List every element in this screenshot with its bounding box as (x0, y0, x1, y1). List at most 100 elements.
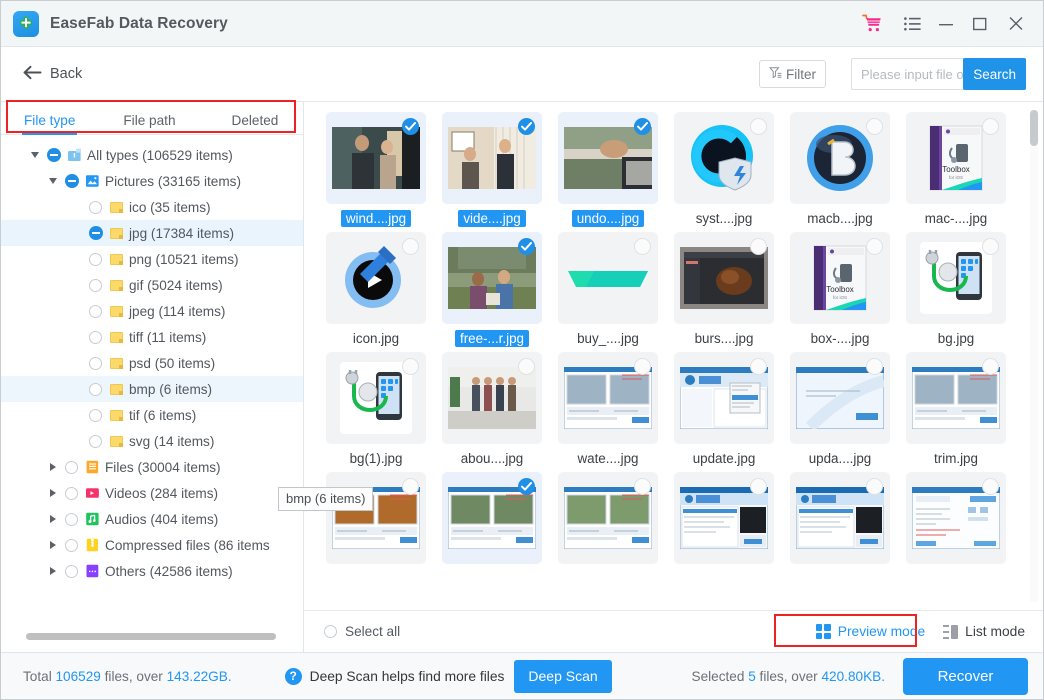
tree-checkbox[interactable] (85, 434, 106, 448)
tree-item[interactable]: ico (35 items) (1, 194, 303, 220)
tree-item[interactable]: gif (5024 items) (1, 272, 303, 298)
file-item[interactable]: syst....jpg (666, 112, 782, 228)
search-button[interactable]: Search (963, 58, 1026, 90)
file-thumbnail[interactable] (790, 472, 890, 564)
file-item[interactable]: wind....jpg (318, 112, 434, 228)
question-mark-icon[interactable]: ? (284, 667, 302, 685)
tree-item[interactable]: svg (14 items) (1, 428, 303, 454)
list-mode-button[interactable]: List mode (943, 624, 1025, 639)
file-select-checkbox[interactable] (402, 238, 419, 255)
file-type-tree[interactable]: All types (106529 items) Pictures (33165 … (1, 135, 303, 652)
file-thumbnail[interactable] (674, 112, 774, 204)
file-thumbnail[interactable] (326, 472, 426, 564)
file-item[interactable]: upda....jpg (782, 352, 898, 468)
tree-checkbox[interactable] (85, 304, 106, 318)
file-select-checkbox[interactable] (518, 118, 535, 135)
filter-button[interactable]: Filter (759, 60, 826, 88)
file-item[interactable] (666, 472, 782, 569)
tree-checkbox[interactable] (61, 512, 82, 526)
file-thumbnail[interactable] (558, 112, 658, 204)
file-select-checkbox[interactable] (750, 118, 767, 135)
tree-item[interactable]: Videos (284 items) (1, 480, 303, 506)
file-item[interactable]: update.jpg (666, 352, 782, 468)
file-select-checkbox[interactable] (750, 358, 767, 375)
tree-checkbox[interactable] (61, 564, 82, 578)
file-select-checkbox[interactable] (402, 478, 419, 495)
tree-item[interactable]: jpeg (114 items) (1, 298, 303, 324)
tab-file-path[interactable]: File path (123, 113, 175, 134)
file-select-checkbox[interactable] (634, 238, 651, 255)
file-thumbnail[interactable] (442, 112, 542, 204)
file-select-checkbox[interactable] (982, 118, 999, 135)
file-thumbnail[interactable] (674, 472, 774, 564)
chevron-right-icon[interactable] (45, 515, 61, 523)
file-item[interactable]: Toolbox for iOS box-....jpg (782, 232, 898, 348)
tree-checkbox[interactable] (85, 356, 106, 370)
deep-scan-button[interactable]: Deep Scan (514, 659, 612, 693)
chevron-down-icon[interactable] (27, 152, 43, 158)
tree-item[interactable]: tif (6 items) (1, 402, 303, 428)
file-thumbnail[interactable] (326, 232, 426, 324)
tree-item[interactable]: tiff (11 items) (1, 324, 303, 350)
file-item[interactable]: abou....jpg (434, 352, 550, 468)
chevron-right-icon[interactable] (45, 567, 61, 575)
tree-checkbox[interactable] (85, 382, 106, 396)
file-thumbnail[interactable]: Toolbox for iOS (790, 232, 890, 324)
file-item[interactable]: trim.jpg (898, 352, 1014, 468)
chevron-right-icon[interactable] (45, 541, 61, 549)
file-item[interactable]: burs....jpg (666, 232, 782, 348)
file-item[interactable] (550, 472, 666, 569)
file-thumbnail[interactable] (442, 472, 542, 564)
tree-item[interactable]: Pictures (33165 items) (1, 168, 303, 194)
file-select-checkbox[interactable] (518, 238, 535, 255)
minimize-icon[interactable] (929, 7, 963, 41)
file-thumbnail[interactable]: Toolbox for iOS (906, 112, 1006, 204)
tree-item[interactable]: psd (50 items) (1, 350, 303, 376)
tree-item[interactable]: bmp (6 items) (1, 376, 303, 402)
sidebar-horizontal-scrollbar[interactable] (26, 633, 276, 640)
chevron-right-icon[interactable] (45, 463, 61, 471)
tree-item[interactable]: Audios (404 items) (1, 506, 303, 532)
tree-checkbox[interactable] (61, 538, 82, 552)
cart-icon[interactable] (855, 7, 889, 41)
file-select-checkbox[interactable] (982, 238, 999, 255)
file-thumbnail[interactable] (558, 232, 658, 324)
tree-item[interactable]: jpg (17384 items) (1, 220, 303, 246)
file-thumbnail[interactable] (790, 352, 890, 444)
file-thumbnail[interactable] (674, 232, 774, 324)
file-item[interactable]: undo....jpg (550, 112, 666, 228)
tree-item[interactable]: Others (42586 items) (1, 558, 303, 584)
file-select-checkbox[interactable] (634, 358, 651, 375)
tree-checkbox[interactable] (61, 486, 82, 500)
file-select-checkbox[interactable] (402, 358, 419, 375)
file-select-checkbox[interactable] (982, 478, 999, 495)
file-select-checkbox[interactable] (634, 118, 651, 135)
file-select-checkbox[interactable] (634, 478, 651, 495)
file-select-checkbox[interactable] (518, 478, 535, 495)
maximize-icon[interactable] (963, 7, 997, 41)
file-thumbnail[interactable] (906, 232, 1006, 324)
file-select-checkbox[interactable] (866, 118, 883, 135)
file-item[interactable] (434, 472, 550, 569)
close-icon[interactable] (999, 7, 1033, 41)
file-item[interactable]: Toolbox for iOS mac-....jpg (898, 112, 1014, 228)
file-select-checkbox[interactable] (866, 238, 883, 255)
file-item[interactable]: buy_....jpg (550, 232, 666, 348)
file-select-checkbox[interactable] (750, 238, 767, 255)
tab-deleted[interactable]: Deleted (232, 113, 279, 134)
tree-checkbox[interactable] (85, 200, 106, 214)
select-all-checkbox[interactable]: Select all (324, 624, 400, 639)
file-thumbnail[interactable] (906, 472, 1006, 564)
tree-checkbox[interactable] (85, 252, 106, 266)
file-thumbnail[interactable] (442, 232, 542, 324)
back-button[interactable]: Back (23, 65, 82, 84)
chevron-down-icon[interactable] (45, 178, 61, 184)
file-thumbnail[interactable] (326, 352, 426, 444)
file-select-checkbox[interactable] (982, 358, 999, 375)
file-select-checkbox[interactable] (866, 358, 883, 375)
tree-checkbox[interactable] (85, 408, 106, 422)
file-item[interactable]: macb....jpg (782, 112, 898, 228)
tree-checkbox[interactable] (61, 174, 82, 188)
file-thumbnail[interactable] (326, 112, 426, 204)
file-select-checkbox[interactable] (750, 478, 767, 495)
